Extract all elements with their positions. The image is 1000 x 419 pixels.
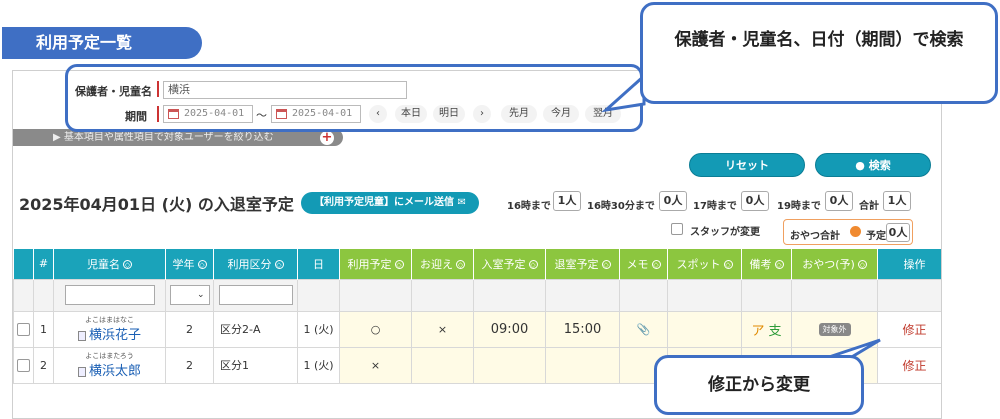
child-name-link[interactable]: 横浜太郎 bbox=[89, 364, 141, 379]
page-title: 利用予定一覧 bbox=[2, 27, 202, 59]
pickup-cell bbox=[411, 346, 474, 384]
sort-icon[interactable]: ◇ bbox=[394, 260, 404, 270]
col-action: 操作 bbox=[877, 249, 941, 279]
col-entry[interactable]: 入室予定 ◇ bbox=[473, 249, 546, 279]
col-pickup[interactable]: お迎え ◇ bbox=[411, 249, 474, 279]
entry-time-cell bbox=[473, 346, 546, 384]
col-grade[interactable]: 学年 ◇ bbox=[165, 249, 214, 279]
pickup-cell: × bbox=[411, 310, 474, 348]
sort-icon[interactable]: ◇ bbox=[197, 260, 207, 270]
staff-changed-label: スタッフが変更 bbox=[690, 227, 760, 238]
remark-a-icon: ア bbox=[751, 323, 765, 339]
child-name-filter-input[interactable] bbox=[64, 285, 155, 305]
col-select bbox=[13, 249, 34, 279]
col-snack[interactable]: おやつ(予) ◇ bbox=[791, 249, 878, 279]
plan-cell: ○ bbox=[339, 310, 412, 348]
sort-icon[interactable]: ◇ bbox=[456, 260, 465, 270]
count-value-1600: 1人 bbox=[553, 191, 581, 211]
child-name-kana: よこはまたろう bbox=[85, 351, 134, 360]
count-value-1700: 0人 bbox=[741, 191, 769, 211]
child-name-kana: よこはまはなこ bbox=[85, 315, 134, 324]
row-number: 1 bbox=[33, 310, 54, 348]
child-name-link[interactable]: 横浜花子 bbox=[89, 328, 141, 343]
col-exit[interactable]: 退室予定 ◇ bbox=[545, 249, 620, 279]
send-mail-button[interactable]: 【利用予定児童】にメール送信 ✉ bbox=[301, 192, 479, 214]
sort-icon[interactable]: ◇ bbox=[857, 260, 867, 270]
staff-changed-checkbox[interactable] bbox=[671, 223, 683, 235]
sort-icon[interactable]: ◇ bbox=[274, 260, 284, 270]
count-label-1700: 17時まで bbox=[693, 201, 737, 212]
grade-cell: 2 bbox=[165, 310, 214, 348]
sort-icon[interactable]: ◇ bbox=[723, 260, 733, 270]
row-checkbox[interactable] bbox=[17, 358, 30, 372]
col-num: # bbox=[33, 249, 54, 279]
reset-button[interactable]: リセット bbox=[689, 153, 805, 177]
child-name-cell: よこはまたろう 横浜太郎 bbox=[53, 346, 166, 384]
gear-icon bbox=[850, 226, 861, 237]
day-cell: 1 (火) bbox=[297, 310, 340, 348]
document-icon[interactable] bbox=[77, 330, 86, 341]
count-label-1900: 19時まで bbox=[777, 201, 821, 212]
sort-icon[interactable]: ◇ bbox=[651, 260, 661, 270]
col-usage[interactable]: 利用区分 ◇ bbox=[213, 249, 298, 279]
col-day: 日 bbox=[297, 249, 340, 279]
col-memo[interactable]: メモ ◇ bbox=[619, 249, 668, 279]
schedule-date-heading: 2025年04月01日 (火) の入退室予定 bbox=[19, 195, 294, 214]
count-label-1600: 16時まで bbox=[507, 201, 551, 212]
grade-cell: 2 bbox=[165, 346, 214, 384]
count-label-total: 合計 bbox=[859, 201, 879, 212]
row-checkbox[interactable] bbox=[17, 322, 30, 336]
usage-cell: 区分1 bbox=[213, 346, 298, 384]
count-value-total: 1人 bbox=[883, 191, 911, 211]
sort-icon[interactable]: ◇ bbox=[774, 260, 784, 270]
search-callout: 保護者・児童名、日付（期間）で検索 bbox=[640, 2, 998, 104]
plus-icon[interactable]: + bbox=[320, 131, 334, 145]
col-plan[interactable]: 利用予定 ◇ bbox=[339, 249, 412, 279]
count-label-1630: 16時30分まで bbox=[587, 201, 655, 212]
row-number: 2 bbox=[33, 346, 54, 384]
edit-callout: 修正から変更 bbox=[654, 355, 864, 415]
child-name-cell: よこはまはなこ 横浜花子 bbox=[53, 310, 166, 348]
snack-plan-count: 0人 bbox=[886, 223, 910, 242]
plan-cell: × bbox=[339, 346, 412, 384]
search-button[interactable]: ● 検索 bbox=[815, 153, 931, 177]
grade-filter-select[interactable]: ⌄ bbox=[169, 285, 210, 305]
usage-filter-input[interactable] bbox=[218, 285, 293, 305]
sort-icon[interactable]: ◇ bbox=[601, 260, 611, 270]
spot-cell bbox=[667, 310, 742, 348]
sort-icon[interactable]: ◇ bbox=[123, 260, 132, 270]
col-spot[interactable]: スポット ◇ bbox=[667, 249, 742, 279]
sort-icon[interactable]: ◇ bbox=[528, 260, 538, 270]
col-child-name[interactable]: 児童名 ◇ bbox=[53, 249, 166, 279]
snack-total-box: おやつ合計 予定 0人 bbox=[783, 219, 913, 245]
snack-total-label: おやつ合計 bbox=[790, 231, 840, 242]
edit-link[interactable]: 修正 bbox=[902, 323, 926, 337]
count-value-1900: 0人 bbox=[825, 191, 853, 211]
day-cell: 1 (火) bbox=[297, 346, 340, 384]
memo-cell: 📎 bbox=[619, 310, 668, 348]
exit-time-cell: 15:00 bbox=[545, 310, 620, 348]
count-value-1630: 0人 bbox=[659, 191, 687, 211]
entry-time-cell: 09:00 bbox=[473, 310, 546, 348]
document-icon[interactable] bbox=[77, 366, 86, 377]
col-remarks[interactable]: 備考 ◇ bbox=[741, 249, 792, 279]
snack-plan-label: 予定 bbox=[866, 231, 886, 242]
edit-link[interactable]: 修正 bbox=[902, 359, 926, 373]
search-area-highlight bbox=[65, 64, 643, 132]
usage-cell: 区分2-A bbox=[213, 310, 298, 348]
exit-time-cell bbox=[545, 346, 620, 384]
filter-row: ⌄ bbox=[13, 278, 941, 312]
paperclip-icon[interactable]: 📎 bbox=[637, 323, 651, 336]
